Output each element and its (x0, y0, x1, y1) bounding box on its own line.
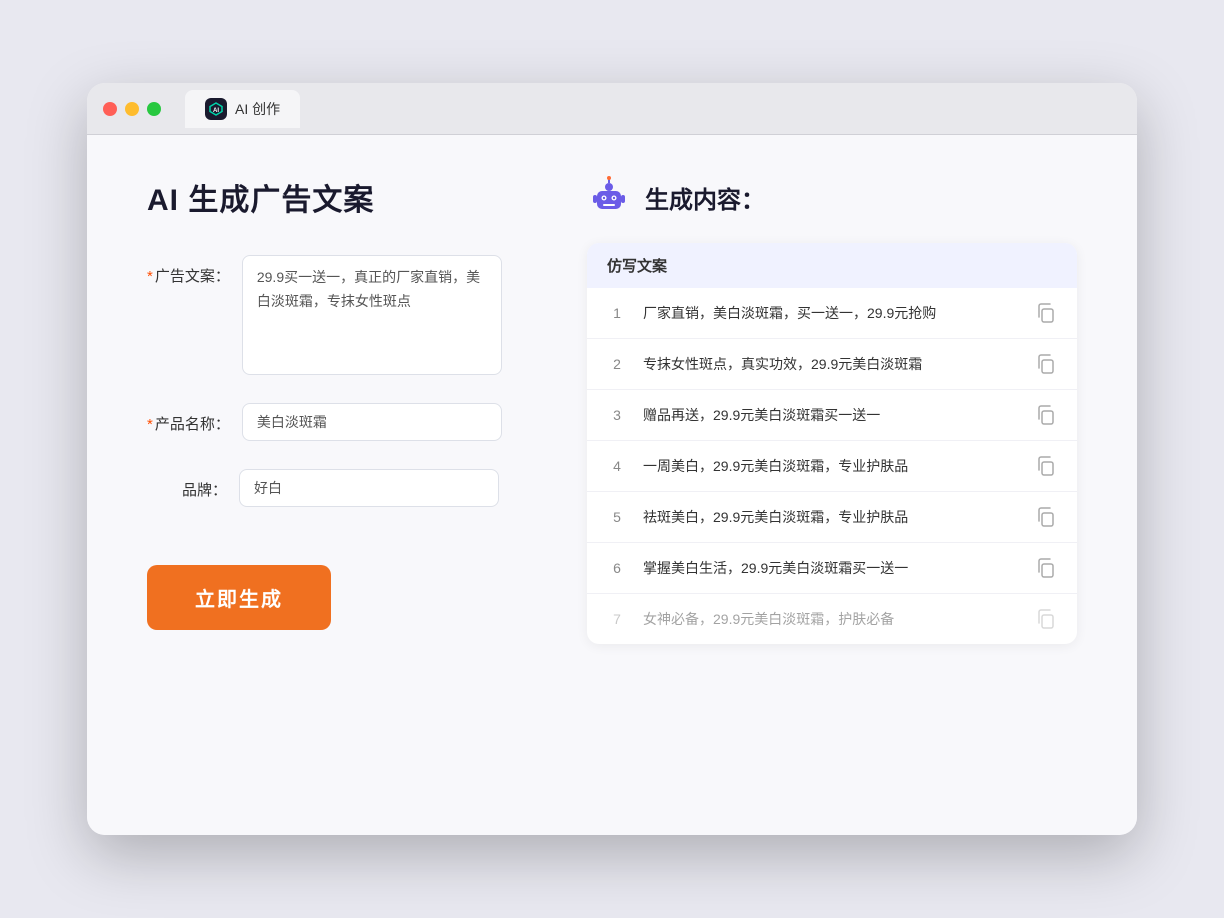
row-number-5: 5 (607, 509, 627, 525)
browser-content: AI 生成广告文案 *广告文案： 29.9买一送一，真正的厂家直销，美白淡斑霜，… (87, 135, 1137, 835)
tab-label: AI 创作 (235, 99, 280, 119)
traffic-lights (103, 102, 161, 116)
result-row-6: 6 掌握美白生活，29.9元美白淡斑霜买一送一 (587, 543, 1077, 594)
row-text-6: 掌握美白生活，29.9元美白淡斑霜买一送一 (643, 558, 1019, 579)
row-text-3: 赠品再送，29.9元美白淡斑霜买一送一 (643, 405, 1019, 426)
browser-window: AI AI 创作 AI 生成广告文案 *广告文案： 29.9买一送一，真正的厂家… (87, 83, 1137, 835)
svg-text:AI: AI (213, 108, 219, 114)
copy-icon-6[interactable] (1035, 557, 1057, 579)
ad-copy-label: *广告文案： (147, 255, 230, 286)
required-mark-1: * (147, 268, 153, 285)
page-title: AI 生成广告文案 (147, 175, 527, 219)
row-text-7: 女神必备，29.9元美白淡斑霜，护肤必备 (643, 609, 1019, 630)
brand-group: 品牌： (147, 469, 527, 507)
right-panel: 生成内容： 仿写文案 1 厂家直销，美白淡斑霜，买一送一，29.9元抢购 (587, 175, 1077, 644)
ad-copy-input[interactable]: 29.9买一送一，真正的厂家直销，美白淡斑霜，专抹女性斑点 (242, 255, 502, 375)
copy-icon-1[interactable] (1035, 302, 1057, 324)
row-text-5: 祛斑美白，29.9元美白淡斑霜，专业护肤品 (643, 507, 1019, 528)
maximize-button[interactable] (147, 102, 161, 116)
copy-icon-4[interactable] (1035, 455, 1057, 477)
result-row-4: 4 一周美白，29.9元美白淡斑霜，专业护肤品 (587, 441, 1077, 492)
result-table-header: 仿写文案 (587, 243, 1077, 288)
result-row-3: 3 赠品再送，29.9元美白淡斑霜买一送一 (587, 390, 1077, 441)
generate-button[interactable]: 立即生成 (147, 565, 331, 630)
main-layout: AI 生成广告文案 *广告文案： 29.9买一送一，真正的厂家直销，美白淡斑霜，… (147, 175, 1077, 644)
row-number-6: 6 (607, 560, 627, 576)
row-number-7: 7 (607, 611, 627, 627)
result-table: 仿写文案 1 厂家直销，美白淡斑霜，买一送一，29.9元抢购 2 专抹女性斑点，… (587, 243, 1077, 644)
copy-icon-7[interactable] (1035, 608, 1057, 630)
browser-titlebar: AI AI 创作 (87, 83, 1137, 135)
row-number-2: 2 (607, 356, 627, 372)
ai-tab-icon: AI (205, 98, 227, 120)
brand-label: 品牌： (147, 469, 227, 500)
row-number-1: 1 (607, 305, 627, 321)
ad-copy-group: *广告文案： 29.9买一送一，真正的厂家直销，美白淡斑霜，专抹女性斑点 (147, 255, 527, 375)
result-title: 生成内容： (645, 180, 765, 215)
copy-icon-5[interactable] (1035, 506, 1057, 528)
row-number-3: 3 (607, 407, 627, 423)
row-text-2: 专抹女性斑点，真实功效，29.9元美白淡斑霜 (643, 354, 1019, 375)
product-name-label: *产品名称： (147, 403, 230, 434)
row-number-4: 4 (607, 458, 627, 474)
row-text-1: 厂家直销，美白淡斑霜，买一送一，29.9元抢购 (643, 303, 1019, 324)
row-text-4: 一周美白，29.9元美白淡斑霜，专业护肤品 (643, 456, 1019, 477)
required-mark-2: * (147, 416, 153, 433)
result-row-2: 2 专抹女性斑点，真实功效，29.9元美白淡斑霜 (587, 339, 1077, 390)
product-name-group: *产品名称： (147, 403, 527, 441)
copy-icon-2[interactable] (1035, 353, 1057, 375)
left-panel: AI 生成广告文案 *广告文案： 29.9买一送一，真正的厂家直销，美白淡斑霜，… (147, 175, 527, 644)
robot-icon (587, 175, 631, 219)
result-row-1: 1 厂家直销，美白淡斑霜，买一送一，29.9元抢购 (587, 288, 1077, 339)
product-name-input[interactable] (242, 403, 502, 441)
ai-tab[interactable]: AI AI 创作 (185, 90, 300, 128)
close-button[interactable] (103, 102, 117, 116)
brand-input[interactable] (239, 469, 499, 507)
copy-icon-3[interactable] (1035, 404, 1057, 426)
minimize-button[interactable] (125, 102, 139, 116)
result-header: 生成内容： (587, 175, 1077, 219)
result-row-7: 7 女神必备，29.9元美白淡斑霜，护肤必备 (587, 594, 1077, 644)
result-row-5: 5 祛斑美白，29.9元美白淡斑霜，专业护肤品 (587, 492, 1077, 543)
